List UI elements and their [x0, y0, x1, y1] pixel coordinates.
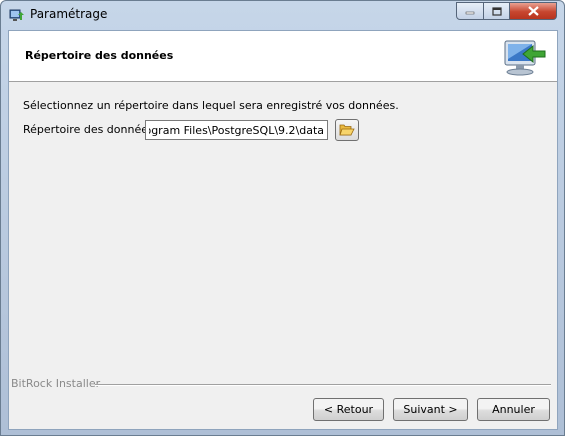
minimize-button[interactable] — [456, 2, 484, 20]
installer-brand-label: BitRock Installer — [11, 377, 101, 390]
computer-arrow-icon — [501, 35, 547, 79]
setup-window: Paramétrage Répertoire des données Sélec… — [0, 0, 565, 436]
back-button[interactable]: < Retour — [313, 398, 384, 421]
title-bar[interactable]: Paramétrage — [1, 1, 564, 29]
page-header: Répertoire des données — [9, 31, 557, 82]
window-title: Paramétrage — [30, 7, 108, 21]
directory-label: Répertoire des données — [23, 123, 154, 136]
maximize-icon — [491, 6, 502, 16]
maximize-button[interactable] — [483, 2, 510, 20]
minimize-icon — [465, 11, 475, 15]
instruction-text: Sélectionnez un répertoire dans lequel s… — [23, 99, 399, 112]
footer-separator — [95, 384, 551, 386]
next-button[interactable]: Suivant > — [393, 398, 468, 421]
installer-app-icon — [9, 7, 25, 23]
close-button[interactable] — [509, 2, 557, 20]
close-icon — [527, 6, 539, 16]
cancel-button[interactable]: Annuler — [477, 398, 550, 421]
page-title: Répertoire des données — [25, 49, 174, 62]
browse-folder-button[interactable] — [335, 119, 359, 141]
directory-input[interactable] — [145, 120, 328, 140]
folder-open-icon — [339, 124, 355, 136]
dialog-client-area: Répertoire des données Sélectionnez un r… — [8, 30, 558, 430]
